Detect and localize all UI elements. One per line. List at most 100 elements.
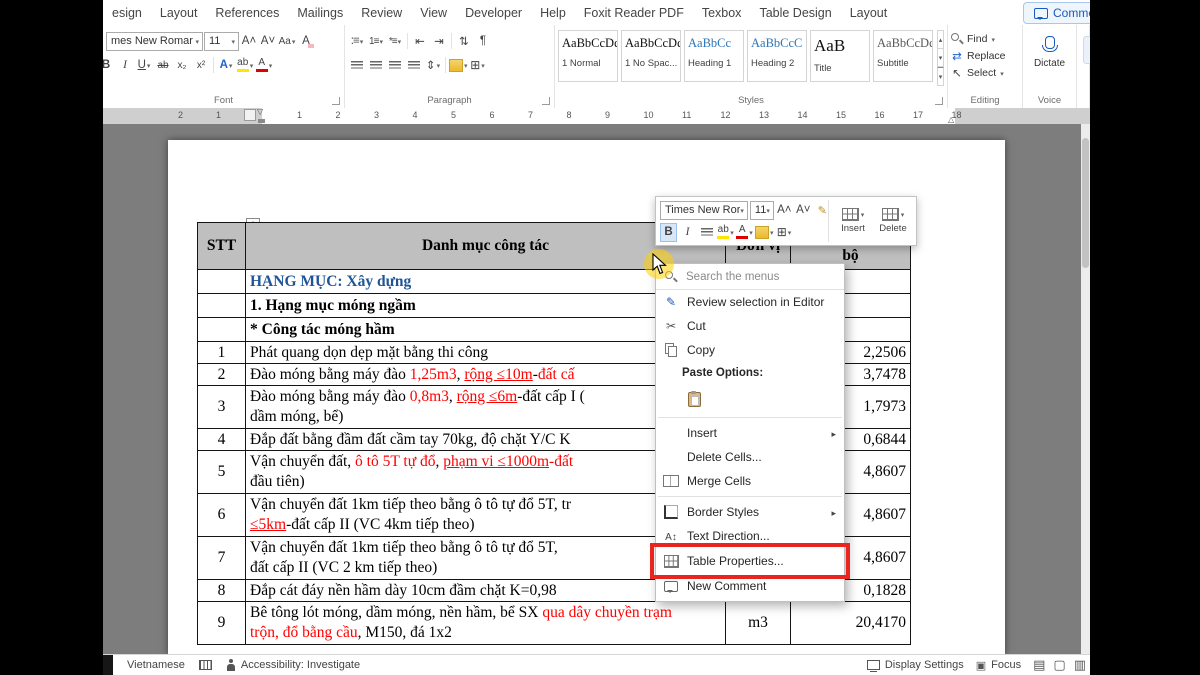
tab-help[interactable]: Help xyxy=(531,2,575,24)
left-indent-marker[interactable] xyxy=(258,119,265,123)
borders-button[interactable] xyxy=(469,56,487,75)
tab-developer[interactable]: Developer xyxy=(456,2,531,24)
menu-item-review-selection-in-editor[interactable]: Review selection in Editor xyxy=(656,290,844,314)
grow-font-button[interactable] xyxy=(240,32,258,51)
tab-layout[interactable]: Layout xyxy=(151,2,207,24)
tab-selector[interactable] xyxy=(244,109,256,121)
mini-shrink-font-button[interactable] xyxy=(795,201,812,220)
focus-button[interactable]: Focus xyxy=(976,659,1021,672)
font-dialog-launcher[interactable] xyxy=(332,97,340,105)
bold-button[interactable] xyxy=(103,56,115,75)
style-1-normal[interactable]: AaBbCcDd1 Normal xyxy=(558,30,618,82)
menu-item-table-properties[interactable]: Table Properties... xyxy=(656,548,844,574)
mini-bold-button[interactable] xyxy=(660,223,677,242)
first-line-indent-marker[interactable] xyxy=(257,108,263,116)
menu-item-border-styles[interactable]: Border Styles xyxy=(656,500,844,524)
print-layout-button[interactable] xyxy=(1053,657,1065,673)
ruler[interactable]: 21123456789101112131415161718 xyxy=(103,108,1090,124)
style-subtitle[interactable]: AaBbCcDdSubtitle xyxy=(873,30,933,82)
tab-view[interactable]: View xyxy=(411,2,456,24)
display-settings-button[interactable]: Display Settings xyxy=(867,659,964,671)
menu-item-insert[interactable]: Insert xyxy=(656,421,844,445)
styles-dialog-launcher[interactable] xyxy=(935,97,943,105)
replace-button[interactable]: Replace xyxy=(951,47,1019,64)
bullets-button[interactable] xyxy=(348,32,366,51)
paste-option-button[interactable] xyxy=(682,387,706,411)
mini-font-color-button[interactable]: A xyxy=(736,223,753,242)
underline-button[interactable] xyxy=(135,56,153,75)
increase-indent-button[interactable] xyxy=(430,32,448,51)
mini-font-size-combo[interactable]: 11 xyxy=(750,201,774,220)
font-color-button[interactable]: A xyxy=(255,56,273,75)
font-size-combo[interactable]: 11 xyxy=(204,32,239,51)
gallery-scroll-up-button[interactable] xyxy=(937,30,944,49)
dictate-button[interactable]: Dictate xyxy=(1026,30,1073,69)
tab-foxit-reader-pdf[interactable]: Foxit Reader PDF xyxy=(575,2,693,24)
paragraph-dialog-launcher[interactable] xyxy=(542,97,550,105)
shrink-font-button[interactable] xyxy=(259,32,277,51)
align-left-button[interactable] xyxy=(348,56,366,75)
tab-table-design[interactable]: Table Design xyxy=(750,2,840,24)
change-case-button[interactable] xyxy=(278,32,296,51)
show-formatting-marks-button[interactable] xyxy=(474,32,492,51)
mini-list-button[interactable] xyxy=(698,223,715,242)
menu-item-cut[interactable]: Cut xyxy=(656,314,844,338)
menu-item-delete-cells[interactable]: Delete Cells... xyxy=(656,445,844,469)
accessibility-status[interactable]: Accessibility: Investigate xyxy=(226,659,360,672)
line-spacing-button[interactable] xyxy=(424,56,442,75)
editor-icon[interactable] xyxy=(1083,36,1090,64)
context-menu: Review selection in EditorCutCopyPaste O… xyxy=(655,263,845,602)
select-button[interactable]: Select xyxy=(951,64,1019,81)
align-right-button[interactable] xyxy=(386,56,404,75)
mini-borders-button[interactable] xyxy=(776,223,793,242)
strikethrough-button[interactable] xyxy=(154,56,172,75)
mini-italic-button[interactable] xyxy=(679,223,696,242)
comments-button[interactable]: Comments xyxy=(1023,2,1090,24)
language-indicator[interactable]: Vietnamese xyxy=(127,659,185,671)
tab-layout[interactable]: Layout xyxy=(841,2,897,24)
tab-references[interactable]: References xyxy=(206,2,288,24)
delete-cells-button[interactable]: Delete xyxy=(875,200,911,242)
font-name-combo[interactable]: mes New Romar xyxy=(106,32,203,51)
keyboard-indicator[interactable] xyxy=(199,660,212,670)
mini-shading-button[interactable] xyxy=(755,223,774,242)
style-1-no-spac[interactable]: AaBbCcDd1 No Spac... xyxy=(621,30,681,82)
clear-formatting-button[interactable] xyxy=(297,32,315,51)
web-layout-button[interactable] xyxy=(1074,657,1086,673)
style-title[interactable]: AaBTitle xyxy=(810,30,870,82)
multilevel-list-button[interactable] xyxy=(386,32,404,51)
mini-font-name-combo[interactable]: Times New Ror xyxy=(660,201,748,220)
style-heading-1[interactable]: AaBbCcHeading 1 xyxy=(684,30,744,82)
mini-highlight-button[interactable]: ab xyxy=(717,223,734,242)
insert-cells-button[interactable]: Insert xyxy=(835,200,871,242)
highlight-color-button[interactable]: ab xyxy=(236,56,254,75)
scrollbar-thumb[interactable] xyxy=(1082,138,1089,268)
tab-texbox[interactable]: Texbox xyxy=(693,2,751,24)
menu-item-icon-slot xyxy=(662,295,680,309)
menu-item-copy[interactable]: Copy xyxy=(656,338,844,362)
style-heading-2[interactable]: AaBbCcCHeading 2 xyxy=(747,30,807,82)
gallery-more-button[interactable] xyxy=(937,67,944,86)
decrease-indent-button[interactable] xyxy=(411,32,429,51)
gallery-scroll-down-button[interactable] xyxy=(937,49,944,67)
menu-search-input[interactable] xyxy=(684,270,835,284)
mini-grow-font-button[interactable] xyxy=(776,201,793,220)
menu-item-text-direction[interactable]: Text Direction... xyxy=(656,524,844,548)
menu-item-new-comment[interactable]: New Comment xyxy=(656,574,844,598)
find-button[interactable]: Find xyxy=(951,30,1019,47)
vertical-scrollbar[interactable] xyxy=(1081,124,1090,655)
shading-button[interactable] xyxy=(449,56,468,75)
justify-button[interactable] xyxy=(405,56,423,75)
tab-review[interactable]: Review xyxy=(352,2,411,24)
subscript-button[interactable] xyxy=(173,56,191,75)
italic-button[interactable] xyxy=(116,56,134,75)
sort-button[interactable] xyxy=(455,32,473,51)
superscript-button[interactable] xyxy=(192,56,210,75)
read-mode-button[interactable] xyxy=(1033,657,1045,673)
menu-item-merge-cells[interactable]: Merge Cells xyxy=(656,469,844,493)
align-center-button[interactable] xyxy=(367,56,385,75)
text-effects-button[interactable] xyxy=(217,56,235,75)
tab-esign[interactable]: esign xyxy=(103,2,151,24)
numbering-button[interactable] xyxy=(367,32,385,51)
tab-mailings[interactable]: Mailings xyxy=(288,2,352,24)
